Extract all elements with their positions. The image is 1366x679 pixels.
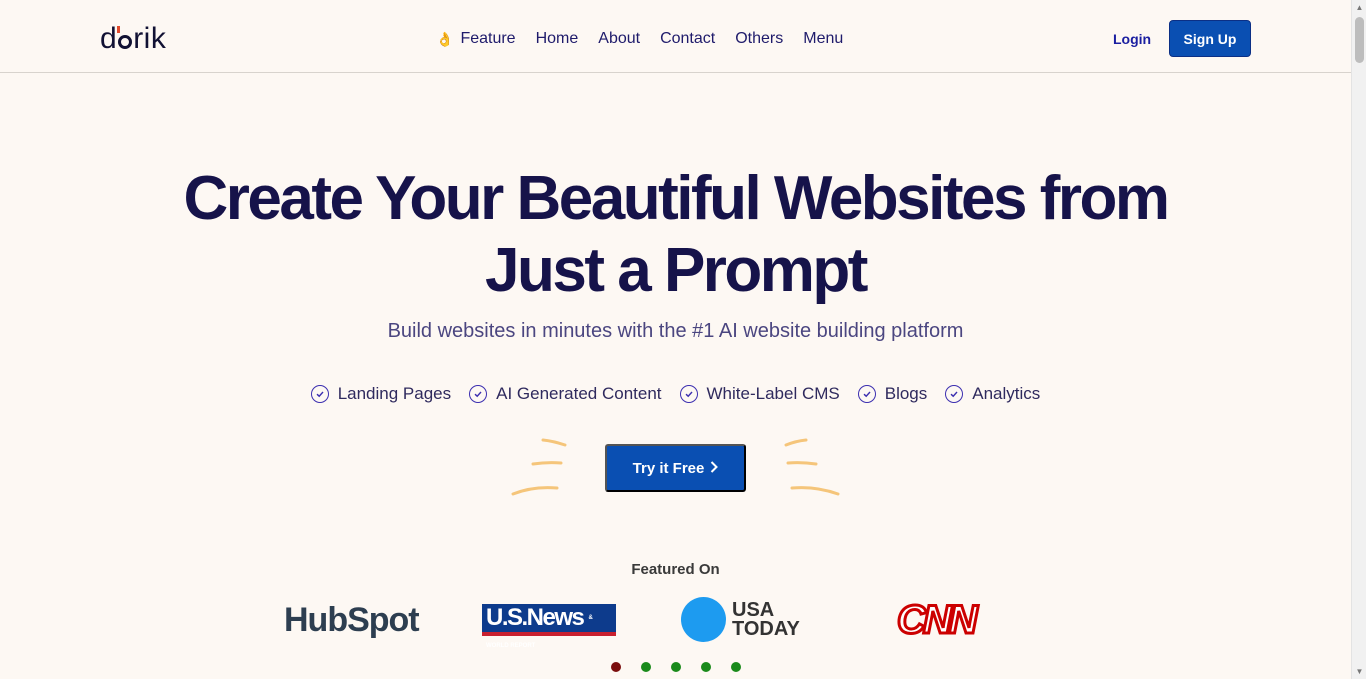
usatoday-wordmark: USA TODAY xyxy=(732,598,800,640)
check-circle-icon xyxy=(310,385,329,403)
scroll-down-arrow-icon[interactable]: ▼ xyxy=(1352,664,1366,679)
feature-label: Analytics xyxy=(972,384,1041,403)
try-it-free-button[interactable]: Try it Free xyxy=(605,444,746,492)
page-scrollbar[interactable]: ▲ ▼ xyxy=(1351,0,1366,679)
nav-item-contact[interactable]: Contact xyxy=(660,29,715,49)
carousel-dot[interactable] xyxy=(731,662,741,672)
logo-o-mark xyxy=(117,26,133,49)
site-header: d rik 👌 Feature Home About Contact Others… xyxy=(0,0,1351,73)
carousel-dot[interactable] xyxy=(671,662,681,672)
nav-label: Home xyxy=(535,30,579,47)
feature-label: Landing Pages xyxy=(337,384,452,403)
spark-decoration-right xyxy=(784,438,840,496)
feature-item: Blogs xyxy=(857,384,928,404)
carousel-dots xyxy=(611,662,741,672)
feature-item: Landing Pages xyxy=(310,384,452,404)
check-circle-icon xyxy=(945,385,964,403)
usatoday-logo: USA TODAY xyxy=(681,597,800,642)
featured-on-label: Featured On xyxy=(631,561,720,578)
carousel-dot[interactable] xyxy=(701,662,711,672)
hero-title-line-1: Create Your Beautiful Websites from xyxy=(183,164,1170,233)
feature-label: Blogs xyxy=(884,384,928,403)
feature-label: White-Label CMS xyxy=(706,384,840,403)
nav-item-home[interactable]: Home xyxy=(536,29,579,49)
chevron-right-icon xyxy=(710,460,719,477)
usatoday-dot-icon xyxy=(681,597,726,642)
nav-item-menu[interactable]: Menu xyxy=(803,29,843,49)
check-circle-icon xyxy=(469,385,488,403)
dorik-logo[interactable]: d rik xyxy=(100,22,166,56)
nav-label: Menu xyxy=(803,30,844,47)
usnews-logo-text: U.S.News xyxy=(486,604,585,631)
nav-label: Feature xyxy=(460,30,516,47)
carousel-dot[interactable] xyxy=(641,662,651,672)
login-link[interactable]: Login xyxy=(1113,31,1151,47)
nav-label: Others xyxy=(735,30,784,47)
hero-title: Create Your Beautiful Websites from Just… xyxy=(0,163,1351,307)
hero-subtitle: Build websites in minutes with the #1 AI… xyxy=(387,320,964,342)
nav-label: About xyxy=(598,30,641,47)
carousel-dot[interactable] xyxy=(611,662,621,672)
feature-item: White-Label CMS xyxy=(679,384,840,404)
cta-label: Try it Free xyxy=(632,459,705,477)
nav-item-feature[interactable]: 👌 Feature xyxy=(436,29,516,49)
hubspot-logo: HubSpot xyxy=(284,601,420,639)
feature-item: AI Generated Content xyxy=(469,384,662,404)
check-circle-icon xyxy=(857,385,876,403)
ok-hand-icon: 👌 xyxy=(436,31,454,47)
feature-list: Landing Pages AI Generated Content White… xyxy=(0,384,1351,404)
hero-title-line-2: Just a Prompt xyxy=(485,236,868,305)
spark-decoration-left xyxy=(511,438,567,496)
scroll-up-arrow-icon[interactable]: ▲ xyxy=(1352,0,1366,15)
feature-item: Analytics xyxy=(945,384,1040,404)
feature-label: AI Generated Content xyxy=(496,384,662,403)
cnn-logo: CNN xyxy=(896,597,980,644)
check-circle-icon xyxy=(679,385,698,403)
nav-label: Contact xyxy=(660,30,716,47)
signup-button[interactable]: Sign Up xyxy=(1169,20,1251,57)
usnews-logo: U.S.News & WORLD REPORT xyxy=(482,604,616,649)
scrollbar-thumb[interactable] xyxy=(1355,17,1364,63)
nav-item-about[interactable]: About xyxy=(598,29,640,49)
featured-logos: HubSpot U.S.News & WORLD REPORT USA TODA… xyxy=(0,596,1351,650)
main-nav: 👌 Feature Home About Contact Others Menu xyxy=(436,29,843,49)
nav-item-others[interactable]: Others xyxy=(735,29,783,49)
